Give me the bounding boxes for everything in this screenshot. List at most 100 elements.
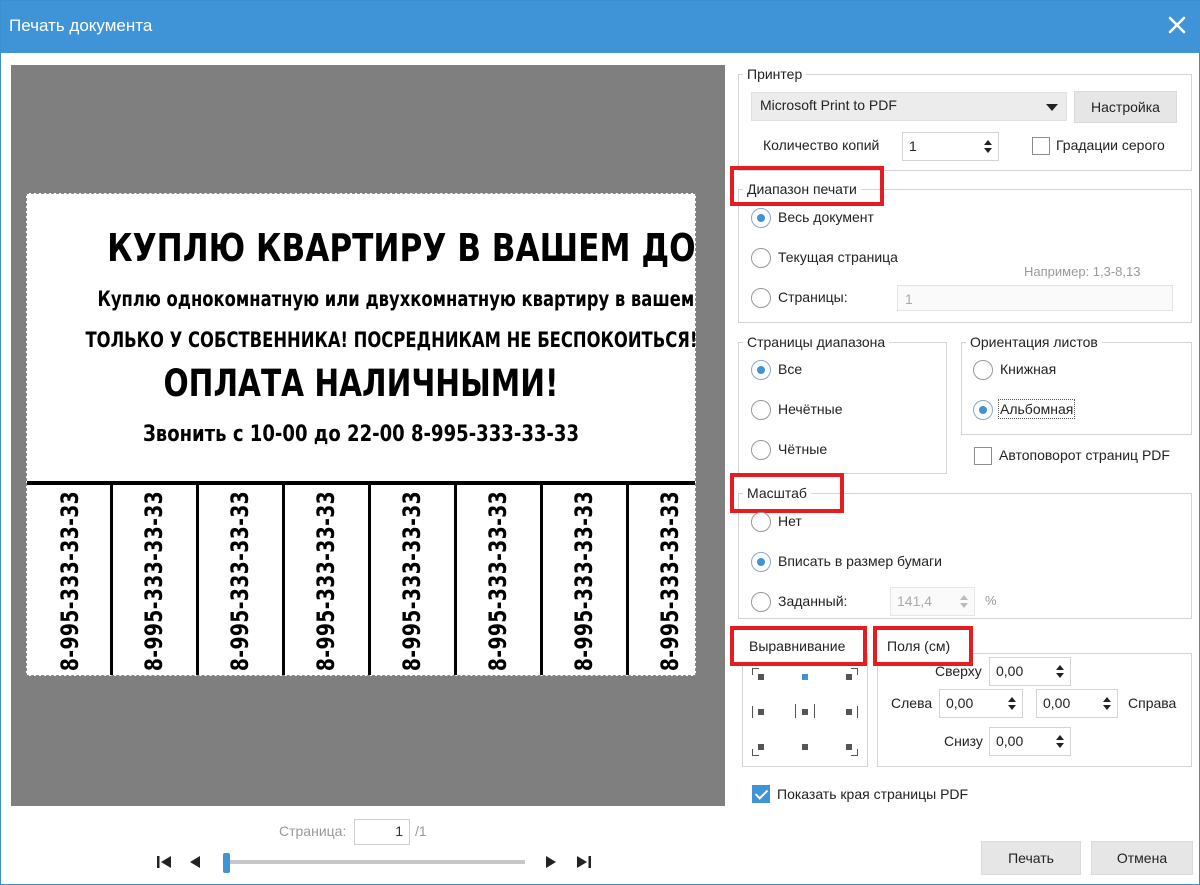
range-pages-radio[interactable]: [751, 288, 771, 308]
close-icon[interactable]: [1163, 11, 1191, 39]
title-bar: Печать документа: [1, 1, 1200, 53]
dropdown-arrow-icon: [1046, 104, 1058, 111]
spin-down-icon[interactable]: [984, 148, 992, 153]
page-label: Страница:: [279, 823, 347, 839]
ad-payment: ОПЛАТА НАЛИЧНЫМИ!: [163, 362, 559, 405]
scale-fit-label: Вписать в размер бумаги: [778, 553, 942, 569]
scale-unit: %: [985, 593, 997, 608]
orientation-legend: Ориентация листов: [970, 334, 1098, 350]
pages-input[interactable]: 1: [897, 285, 1173, 311]
tear-off-tabs: 8-995-333-33-33 8-995-333-33-33 8-995-33…: [27, 485, 695, 675]
copies-label: Количество копий: [763, 137, 880, 153]
align-bottom-center[interactable]: [792, 732, 818, 756]
scale-fit-radio[interactable]: [751, 552, 771, 572]
range-all-radio[interactable]: [751, 208, 771, 228]
page-slider-track[interactable]: [227, 860, 525, 864]
margin-top-label: Сверху: [935, 663, 982, 679]
tear-off-phone: 8-995-333-33-33: [140, 490, 168, 672]
subset-all-radio[interactable]: [751, 360, 771, 380]
autorotate-label: Автоповорот страниц PDF: [999, 447, 1170, 463]
page-preview: КУПЛЮ КВАРТИРУ В ВАШЕМ ДОМЕ Куплю одноко…: [11, 65, 725, 806]
margin-left-stepper[interactable]: 0,00: [939, 689, 1023, 718]
tear-off-phone: 8-995-333-33-33: [656, 490, 684, 672]
printer-select[interactable]: Microsoft Print to PDF: [751, 92, 1067, 121]
ad-call-hours: Звонить с 10-00 до 22-00 8-995-333-33-33: [142, 422, 580, 447]
portrait-radio[interactable]: [973, 360, 993, 380]
grayscale-checkbox[interactable]: [1032, 137, 1050, 155]
first-page-icon[interactable]: [155, 853, 175, 871]
tear-off-tab: 8-995-333-33-33: [27, 485, 113, 675]
scale-custom-value: 141,4: [897, 593, 933, 609]
tab-divider: [626, 485, 629, 675]
tear-off-phone: 8-995-333-33-33: [398, 490, 426, 672]
margin-bottom-stepper[interactable]: 0,00: [989, 727, 1071, 756]
prev-page-icon[interactable]: [185, 853, 205, 871]
scale-custom-radio[interactable]: [751, 592, 771, 612]
align-bottom-left[interactable]: [752, 732, 778, 756]
ad-title: КУПЛЮ КВАРТИРУ В ВАШЕМ ДОМЕ: [107, 226, 696, 270]
margin-left-label: Слева: [891, 695, 933, 711]
cancel-button[interactable]: Отмена: [1091, 841, 1193, 875]
spin-up-icon[interactable]: [984, 140, 992, 145]
tear-off-phone: 8-995-333-33-33: [312, 490, 340, 672]
range-current-radio[interactable]: [751, 248, 771, 268]
ad-line-2: ТОЛЬКО У СОБСТВЕННИКА! ПОСРЕДНИКАМ НЕ БЕ…: [85, 328, 696, 352]
pages-subset-legend: Страницы диапазона: [747, 334, 886, 350]
page-slider-thumb[interactable]: [223, 853, 230, 873]
highlight-print-range: [730, 166, 884, 206]
range-all-label: Весь документ: [778, 209, 874, 225]
spin-down-icon[interactable]: [1056, 673, 1064, 678]
tear-off-phone: 8-995-333-33-33: [484, 490, 512, 672]
range-current-label: Текущая страница: [778, 249, 898, 265]
next-page-icon[interactable]: [541, 853, 561, 871]
spin-up-icon[interactable]: [1056, 735, 1064, 740]
align-top-left[interactable]: [752, 668, 778, 692]
spin-down-icon[interactable]: [1008, 705, 1016, 710]
margin-bottom-value: 0,00: [996, 733, 1024, 749]
scale-none-radio[interactable]: [751, 512, 771, 532]
tear-off-tab: 8-995-333-33-33: [111, 485, 197, 675]
align-middle-left[interactable]: [752, 700, 778, 724]
autorotate-checkbox[interactable]: [974, 447, 992, 465]
margin-top-stepper[interactable]: 0,00: [989, 657, 1071, 686]
window-title: Печать документа: [9, 16, 153, 35]
align-top-center[interactable]: [792, 668, 818, 692]
align-top-right[interactable]: [832, 668, 858, 692]
margin-right-label: Справа: [1128, 695, 1177, 711]
spin-down-icon[interactable]: [1056, 743, 1064, 748]
show-edges-label: Показать края страницы PDF: [777, 786, 969, 802]
spin-up-icon[interactable]: [960, 595, 968, 600]
subset-even-radio[interactable]: [751, 440, 771, 460]
spin-down-icon[interactable]: [1103, 705, 1111, 710]
ad-line-1: Куплю однокомнатную или двухкомнатную кв…: [97, 287, 696, 311]
spin-up-icon[interactable]: [1056, 665, 1064, 670]
last-page-icon[interactable]: [573, 853, 593, 871]
align-bottom-right[interactable]: [832, 732, 858, 756]
show-edges-checkbox[interactable]: [752, 785, 770, 803]
alignment-grid: [750, 666, 860, 758]
page-number-input[interactable]: 1: [354, 819, 410, 845]
subset-odd-radio[interactable]: [751, 400, 771, 420]
subset-odd-label: Нечётные: [778, 401, 843, 417]
tab-divider: [540, 485, 543, 675]
spin-down-icon[interactable]: [960, 603, 968, 608]
copies-value: 1: [909, 138, 917, 154]
copies-stepper[interactable]: 1: [902, 132, 999, 161]
landscape-radio[interactable]: [973, 400, 993, 420]
margins-legend: Поля (см): [887, 638, 951, 654]
printer-selected-value: Microsoft Print to PDF: [760, 97, 897, 113]
scale-custom-stepper[interactable]: 141,4: [890, 587, 975, 616]
spin-up-icon[interactable]: [1103, 697, 1111, 702]
spin-up-icon[interactable]: [1008, 697, 1016, 702]
print-button[interactable]: Печать: [981, 841, 1081, 875]
margin-right-value: 0,00: [1043, 695, 1071, 711]
print-dialog: Печать документа КУПЛЮ КВАРТИРУ В ВАШЕМ …: [0, 0, 1200, 885]
margin-right-stepper[interactable]: 0,00: [1036, 689, 1118, 718]
margin-top-value: 0,00: [996, 663, 1024, 679]
grayscale-label: Градации серого: [1056, 137, 1165, 153]
printer-setup-button[interactable]: Настройка: [1074, 91, 1177, 123]
align-middle-center[interactable]: [792, 700, 818, 724]
range-example-hint: Например: 1,3-8,13: [1024, 264, 1141, 279]
subset-all-label: Все: [778, 361, 803, 377]
align-middle-right[interactable]: [832, 700, 858, 724]
